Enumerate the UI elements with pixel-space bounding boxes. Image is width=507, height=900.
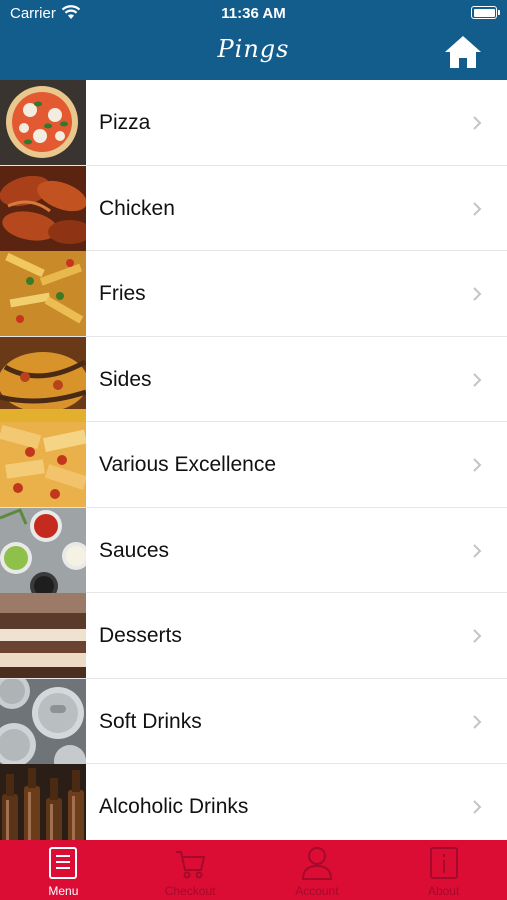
- tab-bar: Menu Checkout Account About: [0, 840, 507, 900]
- chevron-right-icon: [473, 372, 482, 387]
- info-icon: [429, 847, 458, 879]
- user-icon: [301, 847, 332, 880]
- tab-label: About: [427, 884, 460, 898]
- status-bar: Carrier 11:36 AM: [0, 0, 507, 28]
- chevron-right-icon: [473, 714, 482, 729]
- menu-icon: [49, 847, 78, 879]
- menu-item-fries[interactable]: Fries: [0, 251, 507, 337]
- fries-thumbnail: [0, 251, 86, 336]
- home-icon[interactable]: [443, 33, 483, 71]
- menu-item-alcoholic-drinks[interactable]: Alcoholic Drinks: [0, 764, 507, 840]
- menu-item-sides[interactable]: Sides: [0, 336, 507, 422]
- menu-item-chicken[interactable]: Chicken: [0, 165, 507, 251]
- menu-item-desserts[interactable]: Desserts: [0, 593, 507, 679]
- menu-item-label: Sides: [99, 367, 152, 391]
- tab-label: Menu: [48, 884, 79, 898]
- menu-item-label: Chicken: [99, 196, 175, 220]
- tab-label: Account: [295, 884, 339, 898]
- desserts-thumbnail: [0, 593, 86, 678]
- tab-about[interactable]: About: [380, 840, 507, 900]
- menu-item-various-excellence[interactable]: Various Excellence: [0, 422, 507, 508]
- soft-drinks-thumbnail: [0, 678, 86, 764]
- menu-item-label: Desserts: [99, 624, 182, 647]
- chevron-right-icon: [473, 543, 482, 558]
- chevron-right-icon: [473, 201, 482, 216]
- status-time: 11:36 AM: [221, 5, 286, 22]
- sides-thumbnail: [0, 336, 86, 422]
- sauces-thumbnail: [0, 507, 86, 593]
- chevron-right-icon: [473, 116, 482, 130]
- tab-checkout[interactable]: Checkout: [127, 840, 254, 900]
- menu-item-label: Fries: [99, 282, 146, 305]
- chevron-right-icon: [473, 458, 482, 472]
- tab-menu[interactable]: Menu: [0, 840, 127, 900]
- menu-item-sauces[interactable]: Sauces: [0, 507, 507, 593]
- battery-icon: [471, 6, 497, 19]
- top-bar: Carrier 11:36 AM Pings: [0, 0, 507, 80]
- menu-item-label: Pizza: [99, 111, 151, 134]
- pizza-thumbnail: [0, 80, 86, 165]
- app-logo: Pings: [217, 35, 290, 63]
- tab-label: Checkout: [164, 884, 216, 898]
- menu-item-soft-drinks[interactable]: Soft Drinks: [0, 678, 507, 764]
- menu-category-list: Pizza Chicken Fries Sides Various Excell…: [0, 80, 507, 840]
- tab-account[interactable]: Account: [254, 840, 381, 900]
- alcoholic-drinks-thumbnail: [0, 764, 86, 840]
- chevron-right-icon: [473, 629, 482, 643]
- menu-item-label: Soft Drinks: [99, 709, 202, 733]
- chevron-right-icon: [473, 800, 482, 814]
- chevron-right-icon: [473, 287, 482, 301]
- various-excellence-thumbnail: [0, 422, 86, 507]
- menu-item-label: Alcoholic Drinks: [99, 795, 249, 818]
- menu-item-pizza[interactable]: Pizza: [0, 80, 507, 166]
- cart-icon: [176, 851, 206, 879]
- menu-item-label: Various Excellence: [99, 453, 277, 476]
- battery-tip: [498, 10, 500, 15]
- menu-item-label: Sauces: [99, 538, 170, 562]
- chicken-thumbnail: [0, 165, 86, 251]
